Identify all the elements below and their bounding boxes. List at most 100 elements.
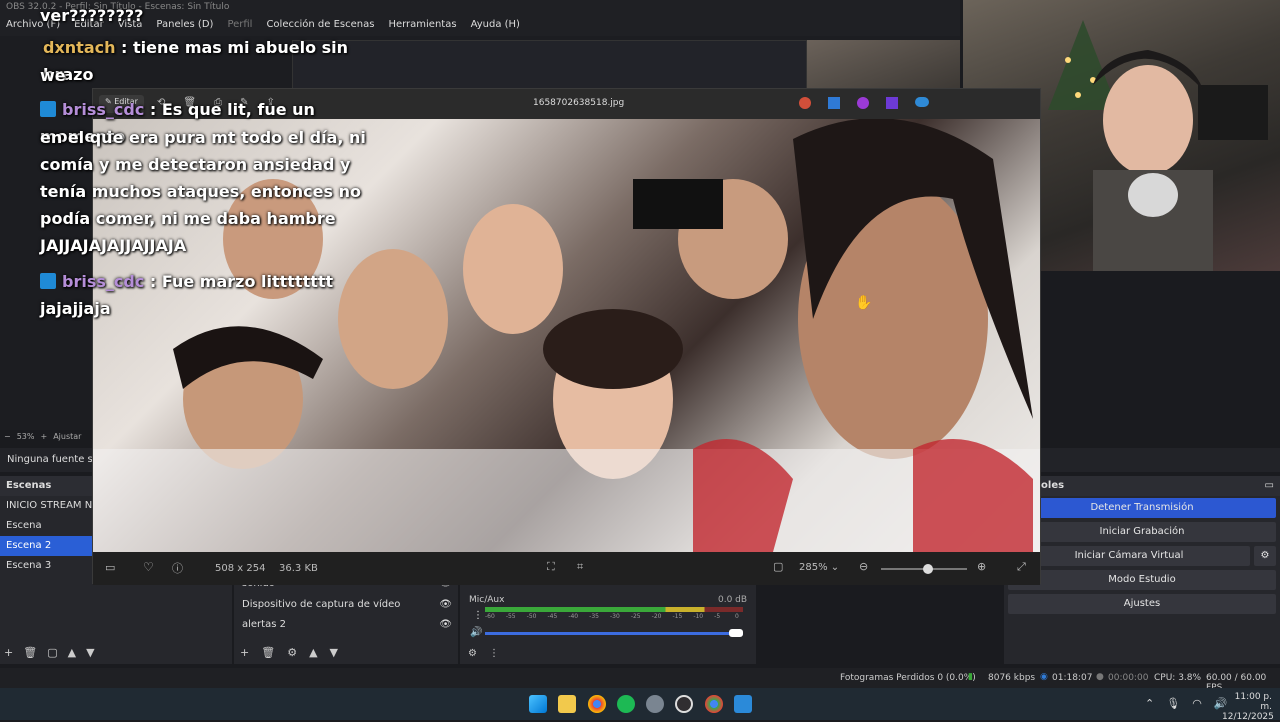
move-up-icon[interactable]: ▲	[309, 646, 317, 659]
stream-live-icon: ◉	[1040, 672, 1048, 682]
chrome-profile-icon[interactable]	[705, 695, 723, 713]
fit-view-icon[interactable]: ⛶	[547, 560, 555, 574]
tray-chevron-icon[interactable]: ⌃	[1145, 697, 1154, 710]
zoom-in-button[interactable]: +	[40, 432, 47, 444]
fullscreen-icon[interactable]: ⤢	[1017, 560, 1026, 574]
volume-meter	[485, 607, 743, 612]
zoom-out-icon[interactable]: ⊖	[859, 560, 868, 573]
add-scene-button[interactable]: +	[4, 646, 13, 659]
clock-date: 12/12/2025	[1222, 712, 1274, 722]
add-source-button[interactable]: +	[240, 646, 249, 659]
scene-filter-button[interactable]: ▢	[47, 646, 57, 659]
zoom-slider-thumb[interactable]	[923, 564, 934, 574]
clipchamp-icon[interactable]	[857, 97, 869, 109]
mixer-level: 0.0 dB	[718, 595, 748, 605]
onedrive-icon[interactable]	[915, 97, 929, 107]
meter-tick-label: 0	[735, 613, 739, 620]
settings-button[interactable]: Ajustes	[1008, 594, 1276, 614]
actual-size-icon[interactable]: ▢	[773, 560, 783, 573]
gear-icon: ⚙	[1260, 550, 1270, 561]
gear-icon[interactable]: ⚙	[287, 646, 297, 659]
stream-time: 01:18:07	[1052, 673, 1093, 683]
move-down-icon[interactable]: ▼	[86, 646, 94, 659]
chat-username: briss_cdc	[62, 272, 145, 291]
volume-slider[interactable]	[485, 629, 743, 637]
start-recording-button[interactable]: Iniciar Grabación	[1008, 522, 1276, 542]
info-icon[interactable]: ⓘ	[172, 560, 183, 576]
meter-tick-label: -20	[651, 613, 662, 620]
image-dimensions: 508 x 254	[215, 563, 266, 574]
nested-webcam	[807, 40, 960, 90]
mixer-options-icon[interactable]: ⋮	[473, 610, 483, 621]
studio-mode-button[interactable]: Modo Estudio	[1008, 570, 1276, 590]
record-icon: ●	[1096, 672, 1104, 682]
controls-header: Controles ▭	[1004, 476, 1280, 496]
designer-icon[interactable]	[828, 97, 840, 109]
viewer-statusbar: ▭ ♡ ⓘ 508 x 254 36.3 KB ⛶ ⌗ ▢ 285% ⌄ ⊖ ⊕…	[93, 552, 1040, 585]
remove-scene-button[interactable]: 🗑	[23, 646, 37, 659]
start-icon[interactable]	[529, 695, 547, 713]
source-row[interactable]: Dispositivo de captura de vídeo 👁	[242, 599, 452, 610]
image-filesize: 36.3 KB	[279, 563, 318, 574]
mixer-footer: ⚙ ⋮	[468, 648, 499, 659]
zoom-value: 285%	[799, 562, 828, 573]
dock-float-icon[interactable]: ▭	[1265, 480, 1274, 492]
filmstrip-icon[interactable]: ▭	[105, 561, 115, 574]
chat-message: dxntach : tiene mas mi abuelo sin brazo	[43, 34, 400, 88]
clock[interactable]: 11:00 p. m. 12/12/2025	[1222, 692, 1274, 722]
crop-icon[interactable]: ⌗	[577, 560, 583, 574]
chat-top-text: ver????????	[40, 6, 144, 25]
start-virtual-camera-button[interactable]: Iniciar Cámara Virtual	[1008, 546, 1250, 566]
photos-app-icon[interactable]	[734, 695, 752, 713]
mixer-menu-icon[interactable]: ⋮	[489, 648, 499, 659]
remove-source-button[interactable]: 🗑	[261, 646, 275, 659]
meter-tick-label: -40	[568, 613, 579, 620]
settings-icon[interactable]	[646, 695, 664, 713]
meter-tick-label: -60	[485, 613, 495, 620]
preview-fit-button[interactable]: Ajustar	[53, 432, 81, 444]
source-name: alertas 2	[242, 619, 286, 630]
meter-tick-label: -10	[693, 613, 704, 620]
speaker-icon[interactable]: 🔊	[470, 627, 482, 638]
meter-tick-label: -55	[505, 613, 516, 620]
zoom-out-button[interactable]: −	[4, 432, 11, 444]
meter-tick-label: -35	[589, 613, 599, 620]
signal-icon: ▮	[968, 672, 973, 682]
dropped-frames: Fotogramas Perdidos 0 (0.0%)	[840, 673, 976, 683]
mixer-channel-name: Mic/Aux	[469, 595, 505, 605]
eye-icon[interactable]: 👁	[439, 599, 452, 610]
photos-icon[interactable]	[886, 97, 898, 109]
sources-footer: + 🗑 ⚙ ▲ ▼	[240, 646, 338, 659]
chat-continuation: we	[40, 66, 66, 85]
scenes-footer: + 🗑 ▢ ▲ ▼	[4, 646, 95, 659]
favorite-icon[interactable]: ♡	[143, 560, 154, 574]
chrome-icon[interactable]	[588, 695, 606, 713]
zoom-in-icon[interactable]: ⊕	[977, 560, 986, 573]
move-up-icon[interactable]: ▲	[68, 646, 76, 659]
file-explorer-icon[interactable]	[558, 695, 576, 713]
copilot-icon[interactable]	[799, 97, 811, 109]
system-tray: ⌃ 🎙 ◠ 🔊	[1145, 697, 1228, 710]
preview-zoom-value: 53%	[16, 432, 35, 441]
virtual-camera-settings-button[interactable]: ⚙	[1254, 546, 1276, 566]
spotify-icon[interactable]	[617, 695, 635, 713]
hand-cursor-icon: ✋	[855, 295, 873, 311]
no-source-label: Ninguna fuente seleccionada	[7, 454, 92, 465]
zoom-slider[interactable]	[881, 564, 967, 574]
wifi-icon[interactable]: ◠	[1192, 697, 1202, 710]
source-name: Dispositivo de captura de vídeo	[242, 599, 401, 610]
volume-slider-handle[interactable]	[729, 629, 743, 637]
move-down-icon[interactable]: ▼	[330, 646, 338, 659]
meter-tick-label: -5	[714, 613, 721, 620]
mixer-settings-icon[interactable]: ⚙	[468, 648, 477, 659]
zoom-dropdown[interactable]: 285% ⌄	[799, 562, 839, 573]
meter-tick-label: -25	[630, 613, 641, 620]
twitch-badge-icon	[40, 273, 56, 289]
eye-icon[interactable]: 👁	[439, 619, 452, 630]
obs-icon[interactable]	[675, 695, 693, 713]
clock-time: 11:00 p. m.	[1234, 692, 1272, 712]
stop-stream-button[interactable]: Detener Transmisión	[1008, 498, 1276, 518]
source-row[interactable]: alertas 2 👁	[242, 619, 452, 630]
menu-ayuda[interactable]: Ayuda (H)	[471, 19, 520, 33]
microphone-icon[interactable]: 🎙	[1166, 697, 1180, 710]
